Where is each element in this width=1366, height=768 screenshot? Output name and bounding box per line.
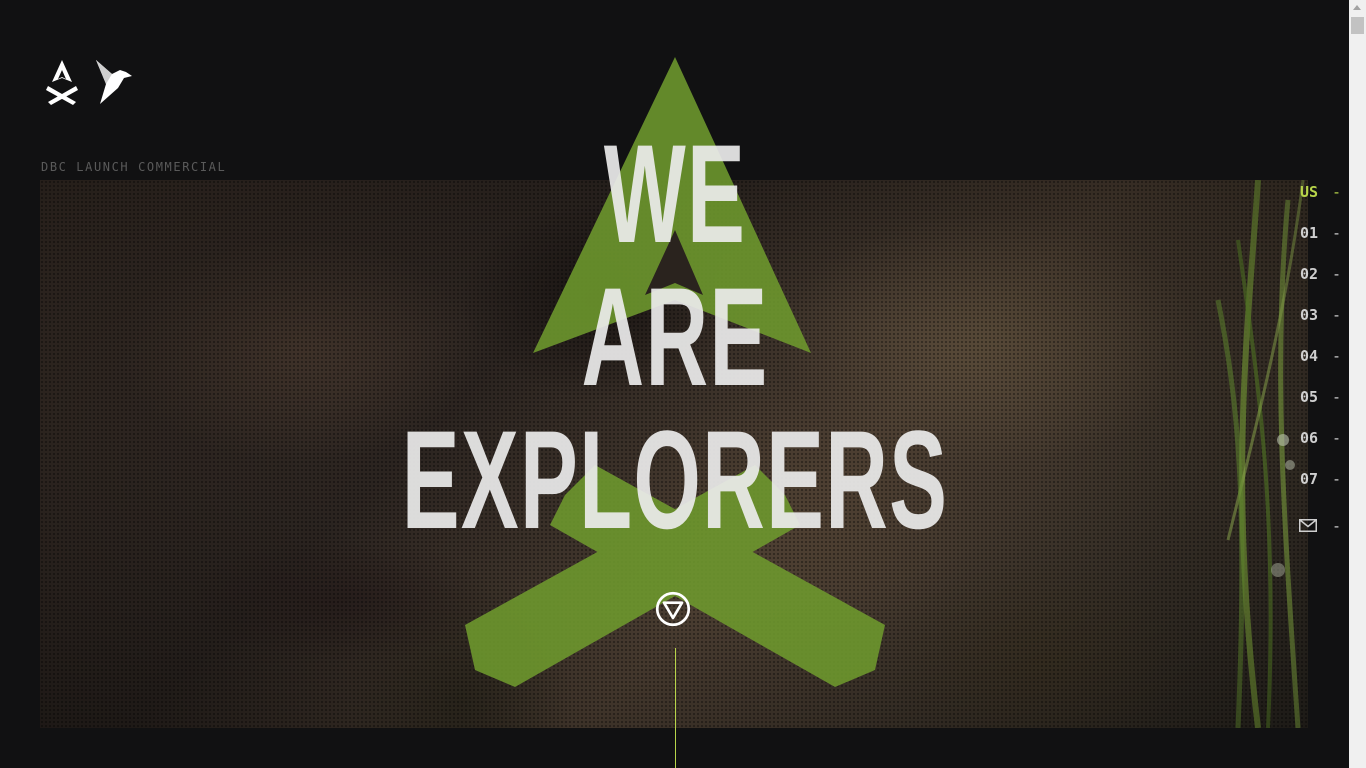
nav-item-contact[interactable]: - xyxy=(1298,515,1348,545)
nav-dash: - xyxy=(1332,306,1342,324)
nav-label: 01 xyxy=(1300,224,1319,242)
scroll-line xyxy=(675,648,676,768)
headline-line-1: WE xyxy=(603,115,747,272)
page-scrollbar[interactable] xyxy=(1349,0,1366,768)
nav-label: 04 xyxy=(1300,347,1319,365)
nav-dash: - xyxy=(1332,265,1342,283)
envelope-icon xyxy=(1299,519,1317,532)
nav-item-03[interactable]: 03 - xyxy=(1298,304,1348,345)
nav-label: 07 xyxy=(1300,470,1319,488)
nav-item-06[interactable]: 06 - xyxy=(1298,427,1348,468)
scrollbar-thumb[interactable] xyxy=(1351,17,1364,34)
nav-dash: - xyxy=(1332,470,1342,488)
nav-label: 05 xyxy=(1300,388,1319,406)
nav-item-01[interactable]: 01 - xyxy=(1298,222,1348,263)
nav-dash: - xyxy=(1332,183,1342,201)
hero-headline: WE ARE EXPLORERS xyxy=(0,122,1350,551)
nav-item-04[interactable]: 04 - xyxy=(1298,345,1348,386)
nav-label: US xyxy=(1300,183,1319,201)
scroll-up-arrow-icon[interactable] xyxy=(1353,5,1361,10)
nav-dash: - xyxy=(1332,429,1342,447)
headline-line-2: ARE xyxy=(581,258,769,415)
nav-label: 03 xyxy=(1300,306,1319,324)
nav-item-02[interactable]: 02 - xyxy=(1298,263,1348,304)
page: DBC LAUNCH COMMERCIAL WE ARE EXPLORERS U… xyxy=(0,0,1366,768)
nav-item-05[interactable]: 05 - xyxy=(1298,386,1348,427)
origami-bird-logo-icon[interactable] xyxy=(94,58,136,106)
headline-line-3: EXPLORERS xyxy=(401,401,949,558)
campfire-logo-icon[interactable] xyxy=(44,58,80,106)
nav-dash: - xyxy=(1332,517,1342,535)
nav-item-us[interactable]: US - xyxy=(1298,181,1348,222)
nav-item-07[interactable]: 07 - xyxy=(1298,468,1348,509)
nav-dash: - xyxy=(1332,224,1342,242)
scroll-down-button[interactable] xyxy=(655,591,691,627)
nav-label: 06 xyxy=(1300,429,1319,447)
section-nav: US - 01 - 02 - 03 - 04 - 05 - 06 - 07 - xyxy=(1298,181,1348,545)
nav-dash: - xyxy=(1332,388,1342,406)
nav-label: 02 xyxy=(1300,265,1319,283)
nav-dash: - xyxy=(1332,347,1342,365)
